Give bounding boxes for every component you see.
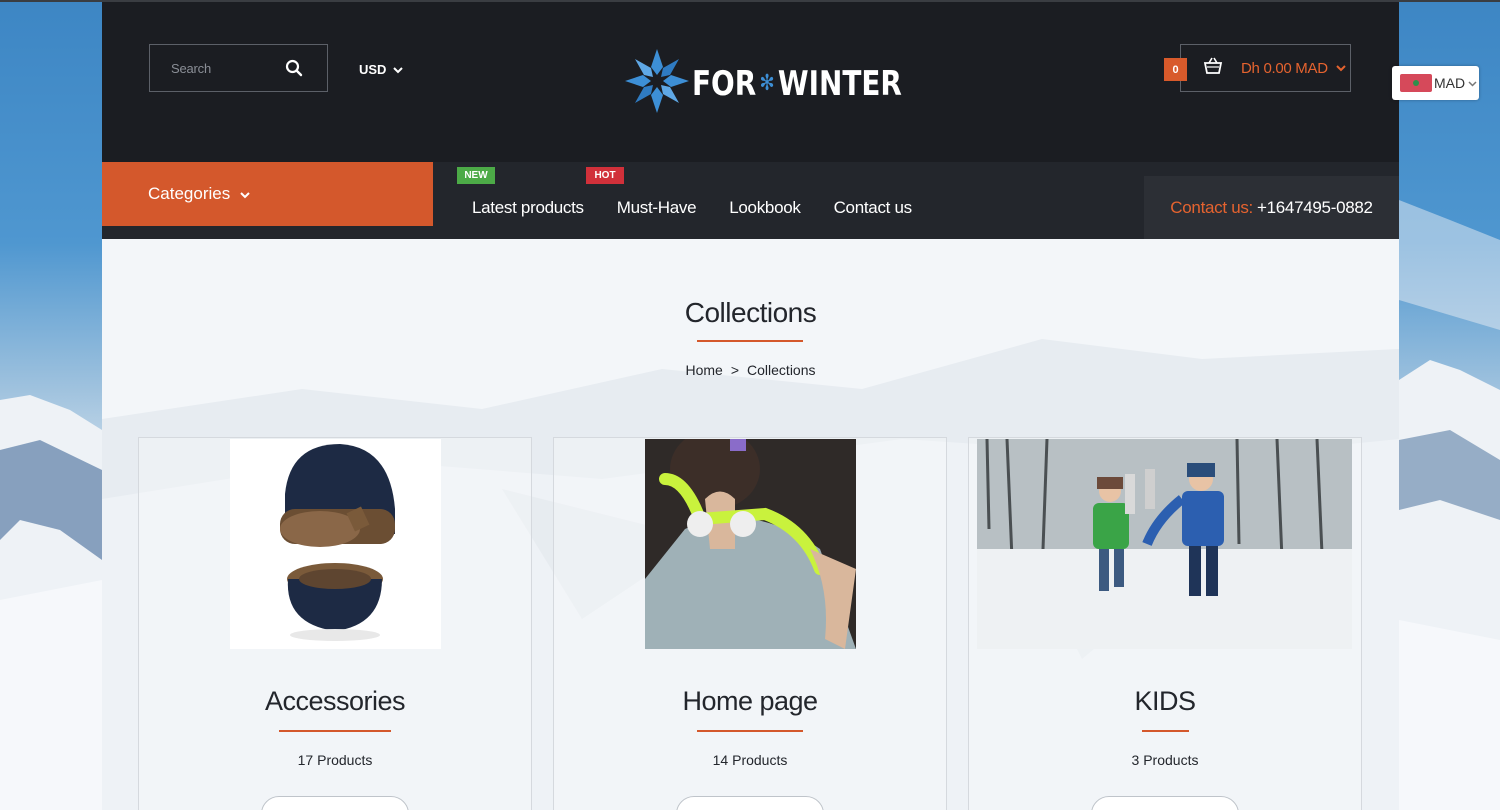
breadcrumb-separator: > <box>730 362 740 378</box>
title-underline <box>697 340 803 342</box>
view-collection-button[interactable] <box>261 796 409 810</box>
collection-image-home-page[interactable] <box>645 439 856 649</box>
contact-phone[interactable]: +1647495-0882 <box>1257 198 1373 218</box>
collection-title[interactable]: Accessories <box>139 686 531 717</box>
flag-icon <box>1400 74 1432 92</box>
site-header: Search USD FOR ✻ WINTER Dh 0.00 MAD 0 <box>102 2 1399 162</box>
chevron-down-icon <box>1468 74 1477 92</box>
collection-title[interactable]: KIDS <box>969 686 1361 717</box>
collection-title[interactable]: Home page <box>554 686 946 717</box>
chevron-down-icon <box>1336 59 1346 77</box>
collection-title-underline <box>697 730 803 732</box>
flag-currency-code: MAD <box>1434 75 1466 91</box>
nav-item-must-have[interactable]: Must-Have <box>617 198 697 218</box>
logo-wordmark: FOR ✻ WINTER <box>692 64 902 104</box>
collection-title-underline <box>1142 730 1189 732</box>
collection-card-home-page[interactable]: Home page 14 Products <box>553 437 947 810</box>
site-logo[interactable]: FOR ✻ WINTER <box>622 46 948 121</box>
collection-title-underline <box>279 730 391 732</box>
collection-product-count: 17 Products <box>297 752 373 768</box>
cart-total: Dh 0.00 MAD <box>1241 59 1328 77</box>
currency-label: USD <box>359 62 387 77</box>
main-navigation: Categories NEW HOT Latest products Must-… <box>102 162 1399 239</box>
view-collection-button[interactable] <box>676 796 824 810</box>
cart-button[interactable]: Dh 0.00 MAD <box>1180 44 1351 92</box>
top-border <box>0 0 1500 2</box>
breadcrumb: Home > Collections <box>102 362 1399 378</box>
nav-item-latest-products[interactable]: Latest products <box>472 198 584 218</box>
logo-text-right: WINTER <box>777 63 902 104</box>
currency-selector[interactable]: USD <box>359 62 404 77</box>
categories-menu-button[interactable]: Categories <box>102 162 433 226</box>
collection-card-kids[interactable]: KIDS 3 Products <box>968 437 1362 810</box>
snowflake-logo-icon <box>622 46 692 121</box>
nav-links: Latest products Must-Have Lookbook Conta… <box>472 198 945 218</box>
search-icon[interactable] <box>285 59 303 82</box>
nav-item-lookbook[interactable]: Lookbook <box>729 198 801 218</box>
nav-item-contact-us[interactable]: Contact us <box>834 198 913 218</box>
categories-label: Categories <box>148 184 231 203</box>
view-collection-button[interactable] <box>1091 796 1239 810</box>
new-badge: NEW <box>457 167 495 184</box>
logo-text-left: FOR <box>692 63 757 104</box>
page-title: Collections <box>684 297 817 328</box>
cart-count-badge: 0 <box>1164 58 1187 81</box>
collection-product-count: 3 Products <box>1131 752 1199 768</box>
contact-info: Contact us: +1647495-0882 <box>1144 176 1399 239</box>
breadcrumb-current: Collections <box>747 362 816 378</box>
page-container: Search USD FOR ✻ WINTER Dh 0.00 MAD 0 Ca… <box>102 2 1399 810</box>
search-input[interactable]: Search <box>149 44 328 92</box>
contact-label: Contact us: <box>1170 197 1253 217</box>
hot-badge: HOT <box>586 167 624 184</box>
search-placeholder: Search <box>171 60 211 76</box>
snowflake-small-icon: ✻ <box>759 71 775 96</box>
chevron-down-icon <box>393 62 404 77</box>
breadcrumb-home[interactable]: Home <box>685 362 722 378</box>
collection-product-count: 14 Products <box>712 752 788 768</box>
collection-image-kids[interactable] <box>977 439 1352 649</box>
collection-card-accessories[interactable]: Accessories 17 Products <box>138 437 532 810</box>
basket-icon <box>1203 57 1223 80</box>
currency-flag-selector[interactable]: MAD <box>1392 66 1479 100</box>
collection-image-accessories[interactable] <box>230 439 441 649</box>
chevron-down-icon <box>240 184 250 204</box>
